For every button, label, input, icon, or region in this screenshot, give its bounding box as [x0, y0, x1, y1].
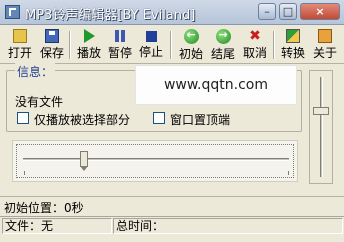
watermark-banner: www.qqtn.com — [135, 65, 297, 105]
play-label: 播放 — [76, 46, 101, 60]
open-button[interactable]: 打开 — [3, 27, 37, 61]
play-button[interactable]: 播放 — [72, 27, 106, 61]
arrow-right-icon — [215, 28, 231, 44]
toolbar-separator — [170, 31, 172, 59]
start-button[interactable]: 初始 — [174, 27, 208, 61]
about-button[interactable]: 关于 — [308, 27, 342, 61]
stop-label: 停止 — [138, 45, 163, 59]
save-label: 保存 — [39, 46, 64, 60]
cancel-label: 取消 — [242, 46, 267, 60]
play-selection-label[interactable]: 仅播放被选择部分 — [34, 111, 130, 128]
position-slider-thumb[interactable] — [80, 151, 89, 171]
about-label: 关于 — [312, 46, 337, 60]
toolbar-separator — [273, 31, 275, 59]
cancel-button[interactable]: ✖ 取消 — [238, 27, 272, 61]
volume-slider-thumb[interactable] — [313, 107, 329, 115]
pause-label: 暂停 — [107, 46, 132, 60]
volume-slider[interactable] — [309, 70, 333, 184]
toolbar: 打开 保存 播放 暂停 停止 初始 结尾 ✖ 取消 — [0, 25, 344, 64]
on-top-checkbox[interactable] — [153, 112, 165, 124]
status-total-time: 总时间： — [113, 218, 343, 234]
pause-icon — [113, 29, 127, 43]
on-top-label[interactable]: 窗口置顶端 — [170, 111, 230, 128]
start-label: 初始 — [178, 47, 203, 61]
slider-focus-frame — [16, 144, 294, 178]
minimize-button[interactable]: – — [258, 3, 276, 20]
app-window: MP3铃声编辑器[BY Eviland] – □ × 打开 保存 播放 暂停 停… — [0, 0, 344, 242]
waveform-panel — [12, 140, 298, 182]
end-label: 结尾 — [210, 47, 235, 61]
maximize-button[interactable]: □ — [279, 3, 297, 20]
stop-button[interactable]: 停止 — [134, 27, 168, 61]
convert-button[interactable]: 转换 — [276, 27, 310, 61]
close-button[interactable]: × — [300, 3, 340, 20]
status-file: 文件：无 — [2, 218, 112, 234]
start-position-text: 初始位置：0秒 — [4, 201, 84, 215]
position-slider-track[interactable] — [23, 158, 289, 161]
slider-tick — [288, 171, 289, 175]
window-title: MP3铃声编辑器[BY Eviland] — [25, 8, 196, 23]
folder-icon — [13, 29, 27, 43]
play-icon — [83, 29, 95, 43]
volume-slider-track[interactable] — [320, 77, 323, 177]
save-button[interactable]: 保存 — [35, 27, 69, 61]
toolbar-separator — [69, 31, 71, 59]
app-icon — [5, 5, 20, 19]
info-legend: 信息： — [15, 63, 56, 80]
floppy-icon — [45, 29, 59, 43]
book-icon — [318, 29, 332, 43]
slider-tick — [24, 171, 25, 175]
pause-button[interactable]: 暂停 — [103, 27, 137, 61]
x-icon: ✖ — [249, 28, 261, 44]
convert-label: 转换 — [280, 46, 305, 60]
status-bar: 文件：无 总时间： — [0, 216, 344, 235]
end-button[interactable]: 结尾 — [206, 27, 240, 61]
stop-icon — [145, 31, 157, 42]
arrow-left-icon — [183, 28, 199, 44]
play-selection-checkbox[interactable] — [17, 112, 29, 124]
title-bar[interactable]: MP3铃声编辑器[BY Eviland] – □ × — [0, 0, 344, 25]
file-info-text: 没有文件 — [15, 95, 64, 109]
convert-icon — [286, 29, 300, 43]
position-line: 初始位置：0秒 — [0, 196, 344, 215]
open-label: 打开 — [7, 46, 32, 60]
